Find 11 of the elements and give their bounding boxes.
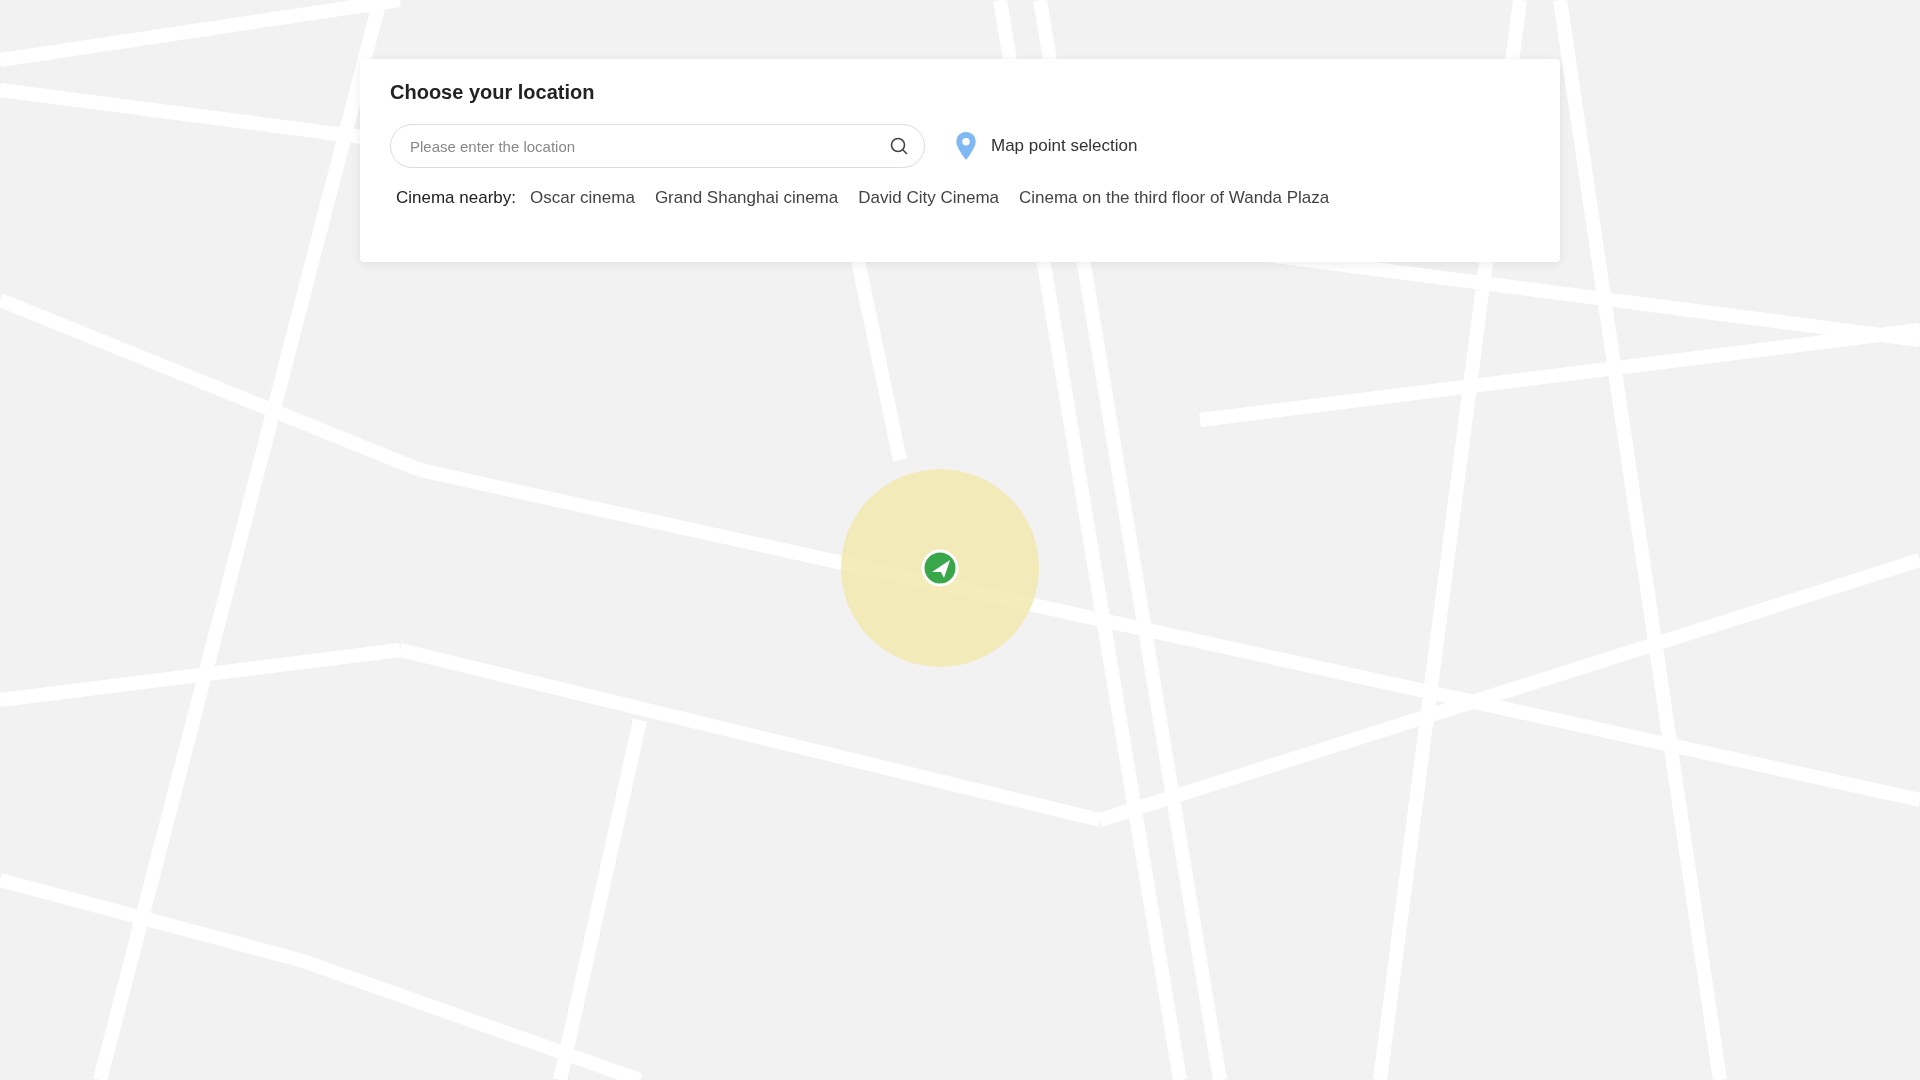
cinema-link[interactable]: David City Cinema xyxy=(858,188,999,208)
search-icon[interactable] xyxy=(889,136,909,156)
cinema-link[interactable]: Oscar cinema xyxy=(530,188,635,208)
cinema-link[interactable]: Cinema on the third floor of Wanda Plaza xyxy=(1019,188,1330,208)
map-point-button[interactable]: Map point selection xyxy=(955,131,1138,161)
nearby-label: Cinema nearby: xyxy=(396,188,516,208)
location-marker-icon xyxy=(840,468,1040,668)
pin-icon xyxy=(955,131,977,161)
cinema-link[interactable]: Grand Shanghai cinema xyxy=(654,188,839,208)
search-field[interactable]: Please enter the location xyxy=(390,124,925,168)
panel-title: Choose your location xyxy=(390,81,596,104)
